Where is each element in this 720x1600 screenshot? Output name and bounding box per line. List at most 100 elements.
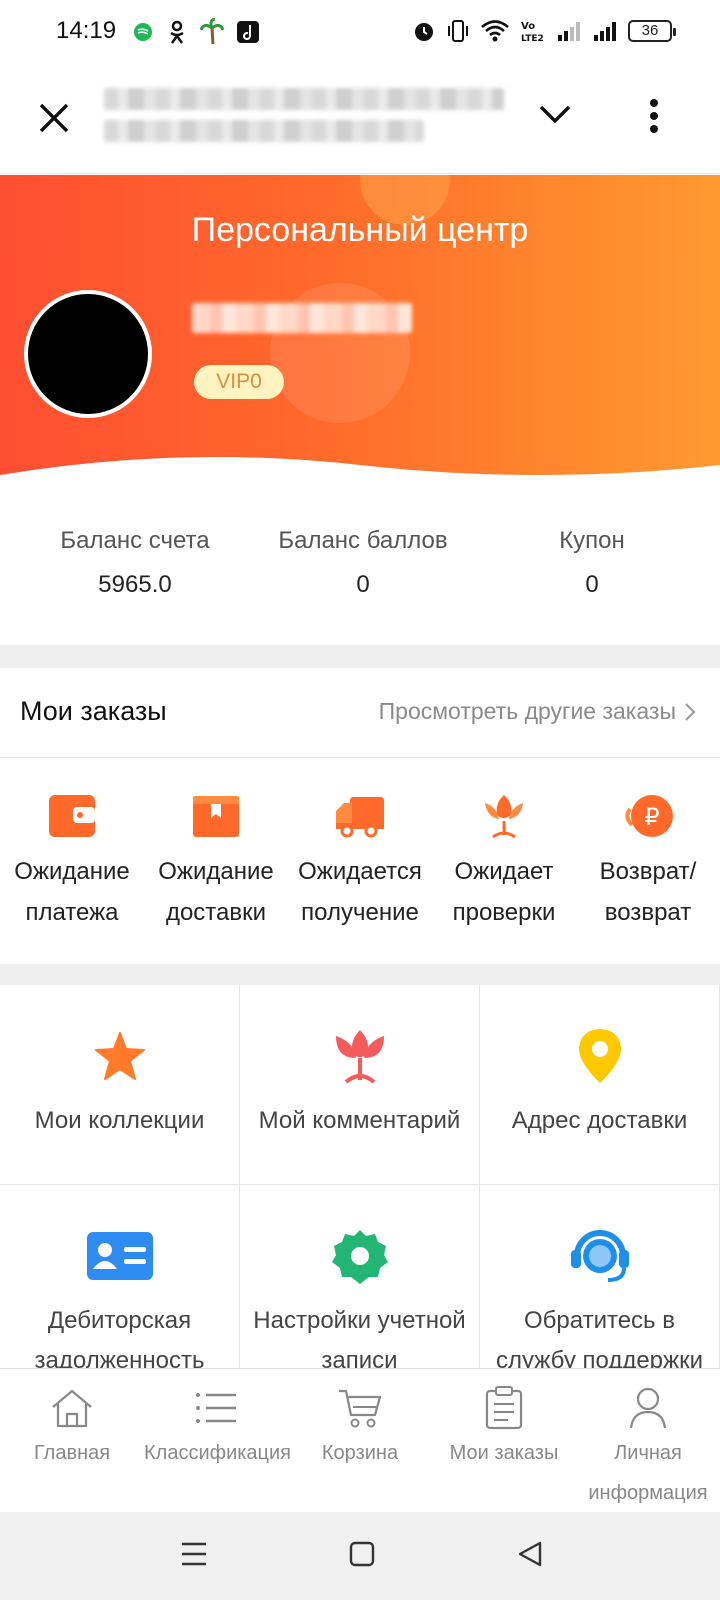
list-icon <box>196 1393 236 1423</box>
order-status-label: Ожидание <box>158 858 274 885</box>
box-icon <box>193 796 239 837</box>
orders-section-header: Мои заказы Просмотреть другие заказы <box>0 668 720 758</box>
grid-item-account-settings[interactable]: Настройки учетной записи <box>240 1185 480 1370</box>
order-status-label: Ожидается <box>298 858 422 885</box>
flower-icon <box>485 795 523 839</box>
vibrate-icon <box>448 20 468 42</box>
chevron-right-icon <box>685 702 696 721</box>
svg-text:Vo: Vo <box>521 21 535 32</box>
notification-icons <box>132 18 260 46</box>
balance-value: 0 <box>585 571 599 598</box>
svg-text:LTE2: LTE2 <box>521 34 544 44</box>
close-icon[interactable] <box>36 100 72 136</box>
order-status-label: проверки <box>452 899 556 926</box>
balance-label: Купон <box>559 527 625 554</box>
grid-item-label: Адрес доставки <box>511 1107 688 1134</box>
order-status-label: получение <box>301 899 419 926</box>
ok-icon <box>170 20 184 44</box>
grid-item-collections[interactable]: Мои коллекции <box>0 985 240 1185</box>
tab-home[interactable]: Главная <box>0 1385 144 1473</box>
palm-icon <box>200 18 224 45</box>
messenger-icon <box>134 23 152 41</box>
balance-value: 0 <box>356 571 370 598</box>
avatar[interactable] <box>24 290 152 418</box>
balance-label: Баланс баллов <box>278 527 448 554</box>
order-status-row: Ожидание платежа Ожидание доставки Ожидает… <box>0 759 720 964</box>
order-status-awaiting-receipt[interactable]: Ожидается получение <box>288 789 432 933</box>
location-pin-icon <box>578 1029 621 1083</box>
home-icon <box>52 1389 92 1428</box>
grid-item-label: службу поддержки <box>496 1347 703 1370</box>
grid-item-label: Настройки учетной <box>253 1307 466 1334</box>
wallet-icon <box>49 795 95 837</box>
grid-item-delivery-address[interactable]: Адрес доставки <box>480 985 720 1185</box>
divider <box>0 964 720 985</box>
feature-grid: Мои коллекции Мой комментарий Адрес дост… <box>0 985 720 1370</box>
tab-label: Главная <box>33 1442 111 1464</box>
wifi-icon <box>481 20 509 42</box>
tab-label: Корзина <box>321 1442 399 1464</box>
user-icon <box>629 1387 667 1429</box>
tab-cart[interactable]: Корзина <box>288 1385 432 1473</box>
clipboard-icon <box>485 1386 523 1430</box>
order-status-label: Ожидает <box>454 858 554 885</box>
grid-item-label: задолженность <box>34 1347 205 1370</box>
balance-points[interactable]: Баланс баллов 0 <box>243 527 483 599</box>
back-icon[interactable] <box>516 1540 544 1568</box>
order-status-awaiting-review[interactable]: Ожидает проверки <box>432 789 576 933</box>
grid-item-comments[interactable]: Мой комментарий <box>240 985 480 1185</box>
tab-label: Личная <box>614 1442 682 1464</box>
tab-categories[interactable]: Классификация <box>144 1385 292 1473</box>
system-icons: Vo LTE2 36 <box>412 18 676 44</box>
order-status-label: Возврат/ <box>599 858 697 885</box>
bottom-tab-bar: Главная Классификация Корзина Мои заказы… <box>0 1368 720 1512</box>
balance-account[interactable]: Баланс счета 5965.0 <box>15 527 255 599</box>
truck-icon <box>336 797 384 838</box>
system-navigation-bar <box>0 1512 720 1600</box>
balance-coupon[interactable]: Купон 0 <box>472 527 712 599</box>
chevron-down-icon[interactable] <box>538 102 572 126</box>
view-all-orders-link[interactable]: Просмотреть другие заказы <box>379 698 696 725</box>
browser-toolbar <box>0 64 720 174</box>
order-status-label: возврат <box>604 899 692 926</box>
divider <box>0 645 720 668</box>
cart-icon <box>339 1389 382 1428</box>
home-button-icon[interactable] <box>348 1540 376 1568</box>
order-status-label: платежа <box>25 899 119 926</box>
username-redacted <box>192 303 412 333</box>
svg-text:₽: ₽ <box>644 803 659 831</box>
id-card-icon <box>86 1232 153 1280</box>
order-status-refund[interactable]: ₽ Возврат/возврат <box>576 789 720 933</box>
signal-icon <box>594 22 616 41</box>
order-status-label: доставки <box>165 899 267 926</box>
profile-header: Персональный центр VIP0 <box>0 175 720 495</box>
alarm-icon <box>415 23 433 41</box>
balance-summary: Баланс счета 5965.0 Баланс баллов 0 Купо… <box>0 495 720 645</box>
page-url-redacted[interactable] <box>104 88 504 154</box>
tulip-icon <box>335 1030 384 1084</box>
tab-profile[interactable]: Личная информация <box>576 1385 720 1513</box>
grid-item-label: Мой комментарий <box>258 1107 461 1134</box>
menu-icon[interactable] <box>180 1540 208 1568</box>
order-status-pending-payment[interactable]: Ожидание платежа <box>0 789 144 933</box>
order-status-label: Ожидание <box>14 858 130 885</box>
more-vertical-icon[interactable] <box>648 98 660 134</box>
status-bar: 14:19 Vo LTE2 36 <box>0 0 720 64</box>
volte-icon: Vo LTE2 <box>521 21 544 44</box>
tab-label: Мои заказы <box>449 1442 559 1464</box>
grid-item-label: записи <box>321 1347 398 1370</box>
vip-badge: VIP0 <box>194 365 284 399</box>
grid-item-receivables[interactable]: Дебиторская задолженность <box>0 1185 240 1370</box>
music-icon <box>237 21 259 43</box>
grid-item-label: Мои коллекции <box>34 1107 205 1134</box>
tab-orders[interactable]: Мои заказы <box>432 1385 576 1473</box>
grid-item-support[interactable]: Обратитесь в службу поддержки <box>480 1185 720 1370</box>
orders-title: Мои заказы <box>20 696 167 726</box>
grid-item-label: Дебиторская <box>47 1307 192 1334</box>
tab-label: Классификация <box>144 1442 292 1464</box>
balance-value: 5965.0 <box>98 571 172 598</box>
tab-label: информация <box>588 1482 708 1504</box>
star-icon <box>94 1032 145 1080</box>
balance-label: Баланс счета <box>60 527 210 554</box>
order-status-pending-shipment[interactable]: Ожидание доставки <box>144 789 288 933</box>
